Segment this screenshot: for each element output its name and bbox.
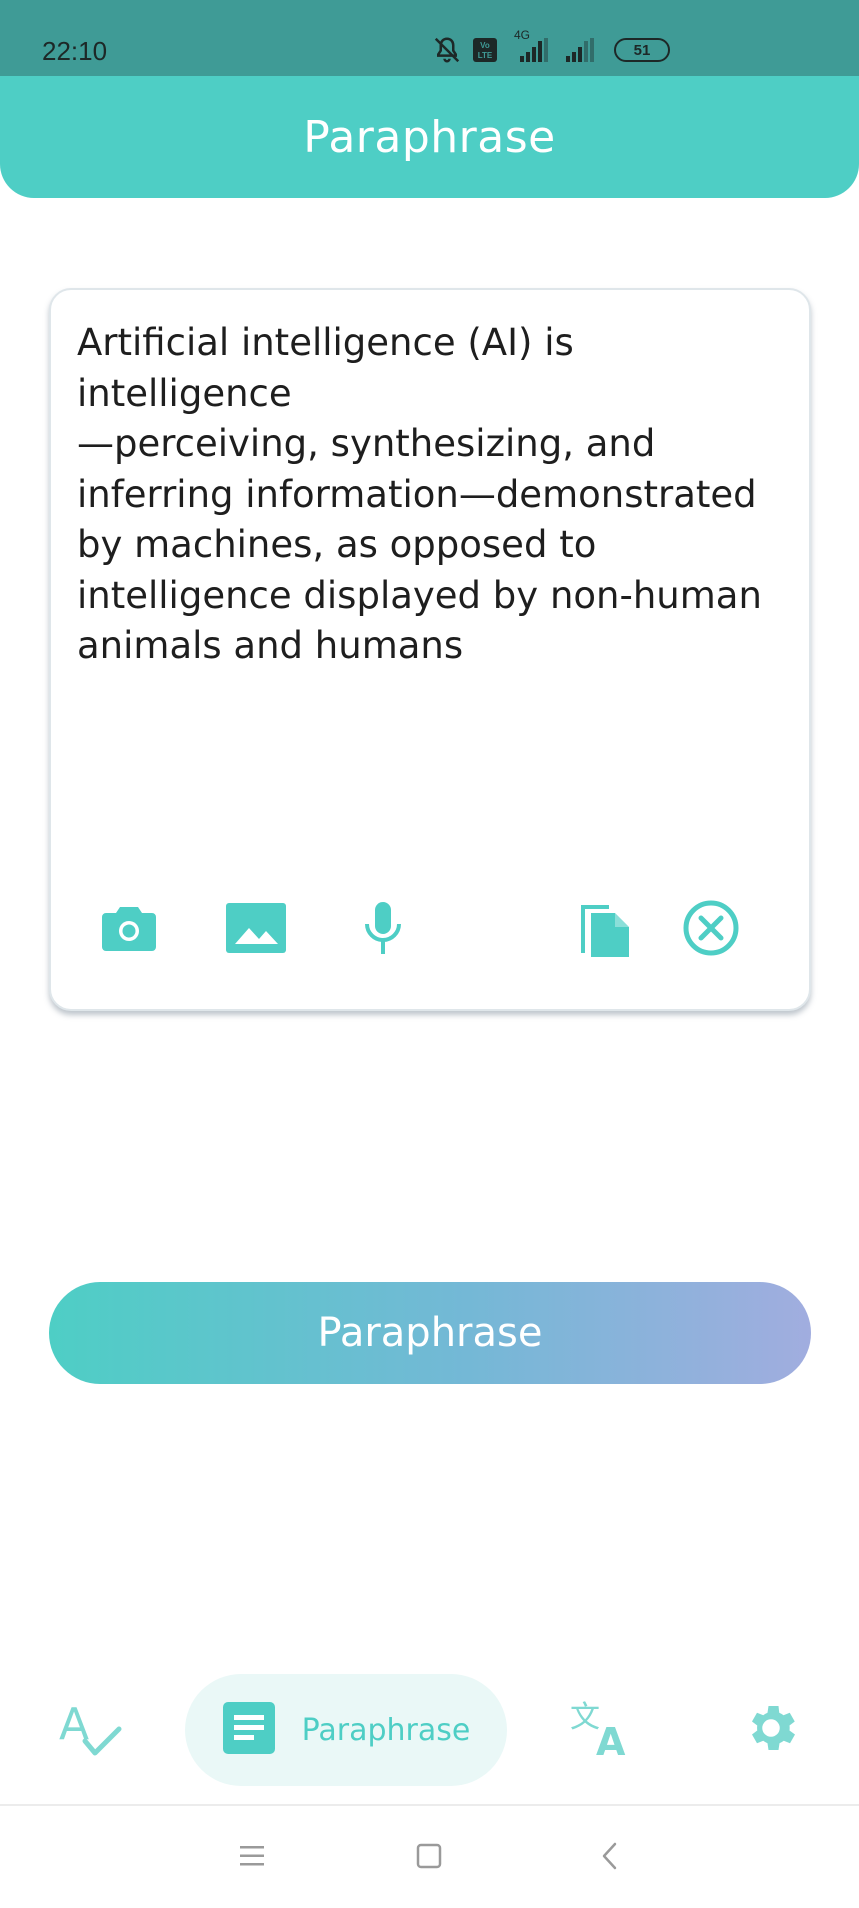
paste-icon (577, 897, 633, 963)
nav-item-label: Paraphrase (301, 1712, 471, 1748)
nav-item-translate[interactable]: 文 A (564, 1690, 644, 1770)
app-header: Paraphrase (0, 76, 859, 198)
system-nav-bar (0, 1806, 859, 1908)
square-icon (415, 1842, 443, 1874)
paraphrase-button[interactable]: Paraphrase (49, 1282, 811, 1384)
back-button[interactable] (588, 1836, 632, 1880)
translate-icon: 文 A (570, 1697, 638, 1764)
menu-icon (238, 1843, 266, 1873)
volte-icon: Vo LTE (472, 37, 498, 63)
bottom-nav: A Paraphrase 文 A (0, 1660, 859, 1800)
clear-button[interactable] (671, 890, 751, 970)
microphone-button[interactable] (343, 890, 423, 970)
status-icons: Vo LTE 4G 51 (432, 28, 670, 66)
network-label: 4G (514, 28, 531, 42)
status-time: 22:10 (42, 36, 108, 66)
signal-icon (562, 36, 598, 64)
nav-item-grammar[interactable]: A (50, 1690, 130, 1770)
input-card: Artificial intelligence (AI) is intellig… (49, 288, 811, 1011)
input-text-area[interactable]: Artificial intelligence (AI) is intellig… (77, 318, 787, 672)
image-icon (225, 902, 287, 958)
paste-button[interactable] (565, 890, 645, 970)
input-toolbar (51, 890, 809, 970)
camera-icon (100, 903, 158, 957)
nav-item-settings[interactable] (731, 1690, 811, 1770)
page-title: Paraphrase (303, 111, 556, 163)
battery-icon: 51 (614, 38, 670, 62)
spell-check-icon: A (57, 1697, 123, 1763)
microphone-icon (362, 900, 404, 960)
status-bar: 22:10 Vo LTE 4G 51 (0, 0, 859, 76)
image-button[interactable] (216, 890, 296, 970)
clear-icon (682, 899, 740, 961)
camera-button[interactable] (89, 890, 169, 970)
home-button[interactable] (407, 1836, 451, 1880)
nav-item-paraphrase[interactable]: Paraphrase (185, 1674, 507, 1786)
document-icon (222, 1701, 276, 1759)
svg-text:LTE: LTE (478, 51, 493, 60)
recent-apps-button[interactable] (230, 1836, 274, 1880)
svg-text:Vo: Vo (480, 41, 490, 50)
bell-muted-icon (432, 35, 462, 65)
gear-icon (741, 1698, 801, 1762)
svg-text:A: A (596, 1720, 626, 1759)
signal-icon: 4G (508, 28, 552, 64)
chevron-left-icon (599, 1841, 621, 1875)
